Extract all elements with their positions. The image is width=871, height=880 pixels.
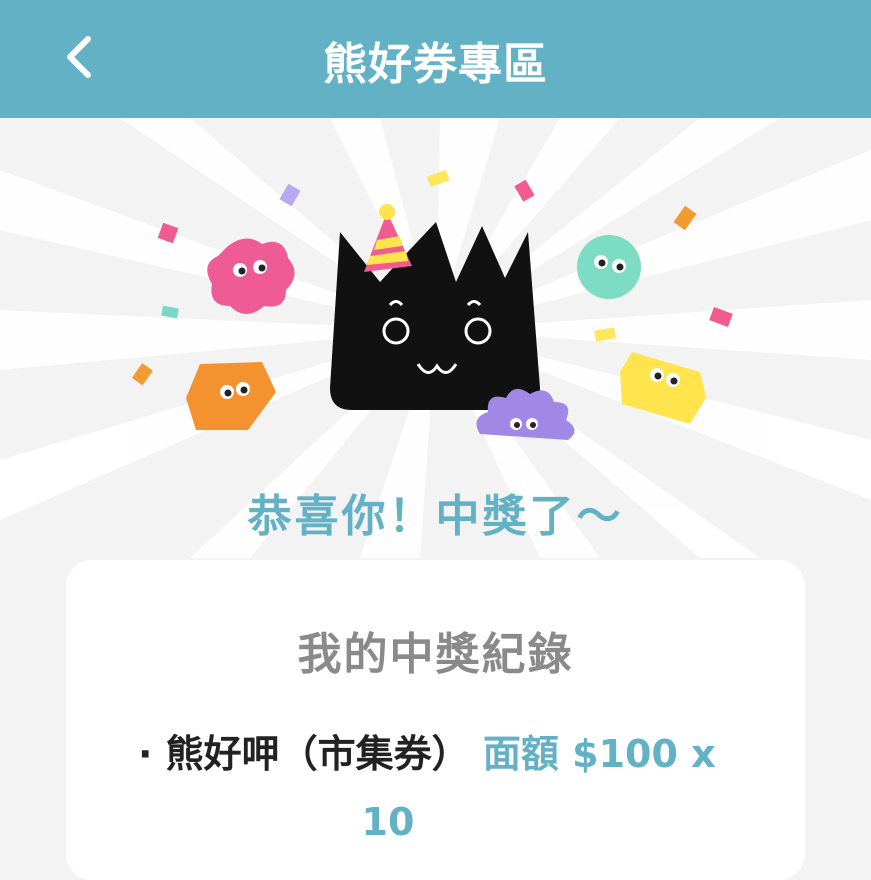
- yellow-monster: [620, 352, 706, 424]
- prize-name: 熊好呷（市集券）: [165, 732, 470, 776]
- congrats-message: 恭喜你！中獎了～: [247, 491, 624, 542]
- prize-record-item: · 熊好呷（市集券） 面額 $100 x 10: [138, 720, 758, 856]
- orange-monster: [186, 362, 276, 430]
- bullet: ·: [138, 732, 153, 776]
- prize-value: 面額 $100 x: [482, 732, 716, 776]
- app-header: 熊好券專區: [0, 0, 871, 118]
- page-title: 熊好券專區: [323, 39, 548, 90]
- card-title: 我的中獎紀錄: [297, 629, 574, 680]
- prize-record-card: 我的中獎紀錄 · 熊好呷（市集券） 面額 $100 x 10: [66, 560, 805, 880]
- pink-monster: [207, 238, 295, 314]
- prize-quantity: 10: [361, 800, 415, 844]
- green-monster: [577, 235, 641, 299]
